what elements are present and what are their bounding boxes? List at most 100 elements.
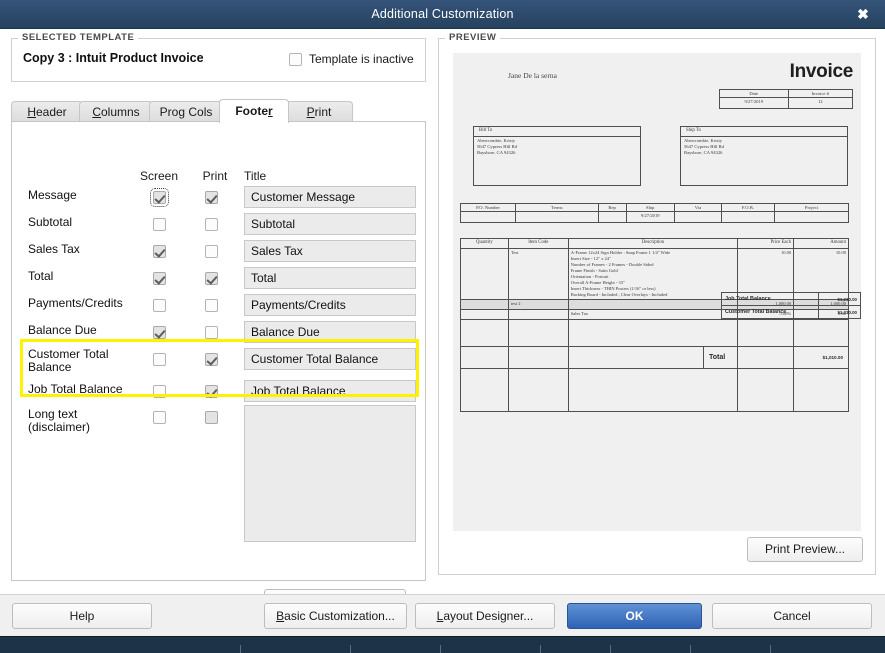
footer-print-checkbox[interactable] bbox=[205, 191, 218, 204]
footer-screen-checkbox[interactable] bbox=[153, 326, 166, 339]
footer-rows: Message Customer Message Subtotal Subtotal S… bbox=[12, 184, 427, 555]
preview-col-header: Rep bbox=[597, 203, 627, 212]
preview-table-row: Abercrombie, Kristy 5647 Cypress Hill Rd B… bbox=[680, 136, 848, 186]
footer-print-checkbox[interactable] bbox=[205, 326, 218, 339]
preview-table-row: Date Invoice # bbox=[719, 89, 854, 98]
footer-screen-checkbox[interactable] bbox=[153, 299, 166, 312]
preview-cell bbox=[515, 211, 599, 223]
template-inactive-checkbox[interactable] bbox=[289, 52, 302, 66]
preview-balance-amount: $1,230.00 bbox=[818, 305, 861, 319]
template-name: Copy 3 : Intuit Product Invoice bbox=[23, 51, 204, 65]
footer-title-input[interactable]: Total bbox=[244, 267, 416, 289]
preview-cell-description: A-Frame 12x24 Sign Holder : Snap Frame 1… bbox=[567, 248, 739, 300]
footer-title-input[interactable]: Payments/Credits bbox=[244, 294, 416, 316]
footer-title-input[interactable]: Subtotal bbox=[244, 213, 416, 235]
preview-company-name: Jane De la serna bbox=[508, 71, 557, 80]
footer-title-input[interactable]: Balance Due bbox=[244, 321, 416, 343]
preview-table-row: 9/27/2019 bbox=[459, 211, 850, 223]
preview-table-row: Ship To bbox=[680, 126, 848, 137]
footer-print-checkbox[interactable] bbox=[205, 299, 218, 312]
template-inactive-label: Template is inactive bbox=[309, 52, 414, 66]
ship-to-lines: Abercrombie, Kristy 5647 Cypress Hill Rd B… bbox=[680, 136, 848, 186]
footer-row: Job Total Balance Job Total Balance bbox=[12, 378, 427, 405]
footer-print-checkbox[interactable] bbox=[205, 385, 218, 398]
taskbar-divider bbox=[610, 645, 611, 653]
preview-balances-table: Job Total Balance $1,230.00 Customer Total… bbox=[721, 292, 861, 319]
taskbar-divider bbox=[690, 645, 691, 653]
footer-print-checkbox[interactable] bbox=[205, 353, 218, 366]
print-preview-button[interactable]: Print Preview... bbox=[747, 537, 863, 562]
preview-line-items-table: Quantity Item Code Description Price Each Am… bbox=[460, 238, 849, 412]
dialog-body: SELECTED TEMPLATE Copy 3 : Intuit Produc… bbox=[0, 29, 885, 614]
tab-header[interactable]: Header bbox=[11, 101, 83, 122]
preview-table-row: Bill To bbox=[473, 126, 641, 137]
footer-screen-checkbox[interactable] bbox=[150, 188, 169, 207]
footer-print-checkbox[interactable] bbox=[205, 245, 218, 258]
preview-col-header: Description bbox=[567, 238, 739, 249]
long-text-screen-checkbox[interactable] bbox=[153, 411, 166, 424]
tab-print[interactable]: Print bbox=[285, 101, 353, 122]
preview-cell-item-code: test 2 bbox=[507, 299, 569, 310]
cancel-button[interactable]: Cancel bbox=[712, 603, 872, 629]
preview-bill-to-table: Bill To Abercrombie, Kristy 5647 Cypress H… bbox=[473, 126, 641, 186]
preview-cell: 9/27/2019 bbox=[625, 211, 675, 223]
bill-to-lines: Abercrombie, Kristy 5647 Cypress Hill Rd B… bbox=[473, 136, 641, 186]
long-text-textarea[interactable] bbox=[244, 405, 416, 542]
footer-title-input[interactable]: Job Total Balance bbox=[244, 380, 416, 402]
preview-cell bbox=[720, 211, 775, 223]
preview-total-table: Total $1,010.00 bbox=[460, 346, 849, 369]
taskbar-divider bbox=[770, 645, 771, 653]
additional-customization-window: Additional Customization ✖ SELECTED TEMP… bbox=[0, 0, 885, 653]
preview-col-header: Amount bbox=[793, 238, 849, 249]
footer-print-checkbox[interactable] bbox=[205, 272, 218, 285]
preview-col-header: P.O. Number bbox=[459, 203, 517, 212]
footer-screen-checkbox[interactable] bbox=[153, 272, 166, 285]
footer-row: Payments/Credits Payments/Credits bbox=[12, 292, 427, 319]
preview-col-header: Project bbox=[773, 203, 850, 212]
preview-total-blank bbox=[460, 346, 704, 369]
tab-columns[interactable]: Columns bbox=[79, 101, 153, 122]
footer-row-label: Subtotal bbox=[28, 215, 73, 229]
close-icon[interactable]: ✖ bbox=[850, 0, 876, 29]
left-pane: SELECTED TEMPLATE Copy 3 : Intuit Produc… bbox=[0, 29, 432, 614]
preview-cell-item-code: Test bbox=[507, 248, 569, 300]
footer-title-input[interactable]: Sales Tax bbox=[244, 240, 416, 262]
preview-group: PREVIEW Jane De la serna Invoice Date Inv… bbox=[438, 32, 876, 575]
selected-template-group: SELECTED TEMPLATE Copy 3 : Intuit Produc… bbox=[11, 32, 426, 82]
preview-table-row: Abercrombie, Kristy 5647 Cypress Hill Rd B… bbox=[473, 136, 641, 186]
footer-row: Subtotal Subtotal bbox=[12, 211, 427, 238]
preview-balance-amount: $1,230.00 bbox=[818, 292, 861, 306]
tab-footer[interactable]: Footer bbox=[219, 99, 289, 123]
footer-row: Customer Total Balance Customer Total Bal… bbox=[12, 346, 427, 378]
footer-tab-panel: Screen Print Title Message Customer Messa… bbox=[11, 121, 426, 581]
ok-button[interactable]: OK bbox=[567, 603, 702, 629]
footer-screen-checkbox[interactable] bbox=[153, 218, 166, 231]
tab-prog-cols[interactable]: Prog Cols bbox=[149, 101, 223, 122]
invoice-preview-paper: Jane De la serna Invoice Date Invoice #9/… bbox=[453, 53, 861, 531]
footer-screen-checkbox[interactable] bbox=[153, 353, 166, 366]
preview-table-row: 9/27/2019 12 bbox=[719, 97, 854, 109]
help-button[interactable]: Help bbox=[12, 603, 152, 629]
preview-date-invoice-table: Date Invoice #9/27/2019 12 bbox=[719, 89, 854, 109]
preview-cell-quantity bbox=[460, 309, 509, 320]
footer-row: Balance Due Balance Due bbox=[12, 319, 427, 346]
preview-cell-quantity bbox=[460, 248, 509, 300]
footer-print-checkbox[interactable] bbox=[205, 218, 218, 231]
footer-title-input[interactable]: Customer Total Balance bbox=[244, 348, 416, 370]
layout-designer-button[interactable]: Layout Designer... bbox=[415, 603, 555, 629]
footer-title-input[interactable]: Customer Message bbox=[244, 186, 416, 208]
right-pane: PREVIEW Jane De la serna Invoice Date Inv… bbox=[432, 29, 885, 594]
basic-customization-button[interactable]: Basic Customization... bbox=[264, 603, 407, 629]
preview-ship-to-table: Ship To Abercrombie, Kristy 5647 Cypress H… bbox=[680, 126, 848, 186]
long-text-print-checkbox[interactable] bbox=[205, 411, 218, 424]
preview-total-label: Total bbox=[703, 346, 794, 369]
footer-screen-checkbox[interactable] bbox=[153, 245, 166, 258]
column-header-print: Print bbox=[202, 169, 228, 183]
footer-screen-checkbox[interactable] bbox=[153, 385, 166, 398]
preview-po-table: P.O. Number Terms Rep Ship Via F.O.B. Project 9… bbox=[459, 203, 850, 223]
footer-row-label: Message bbox=[28, 188, 77, 202]
taskbar-divider bbox=[440, 645, 441, 653]
column-header-title: Title bbox=[244, 169, 267, 183]
dialog-button-bar: Help Basic Customization... Layout Desig… bbox=[0, 594, 885, 636]
template-inactive-toggle[interactable]: Template is inactive bbox=[289, 52, 414, 66]
